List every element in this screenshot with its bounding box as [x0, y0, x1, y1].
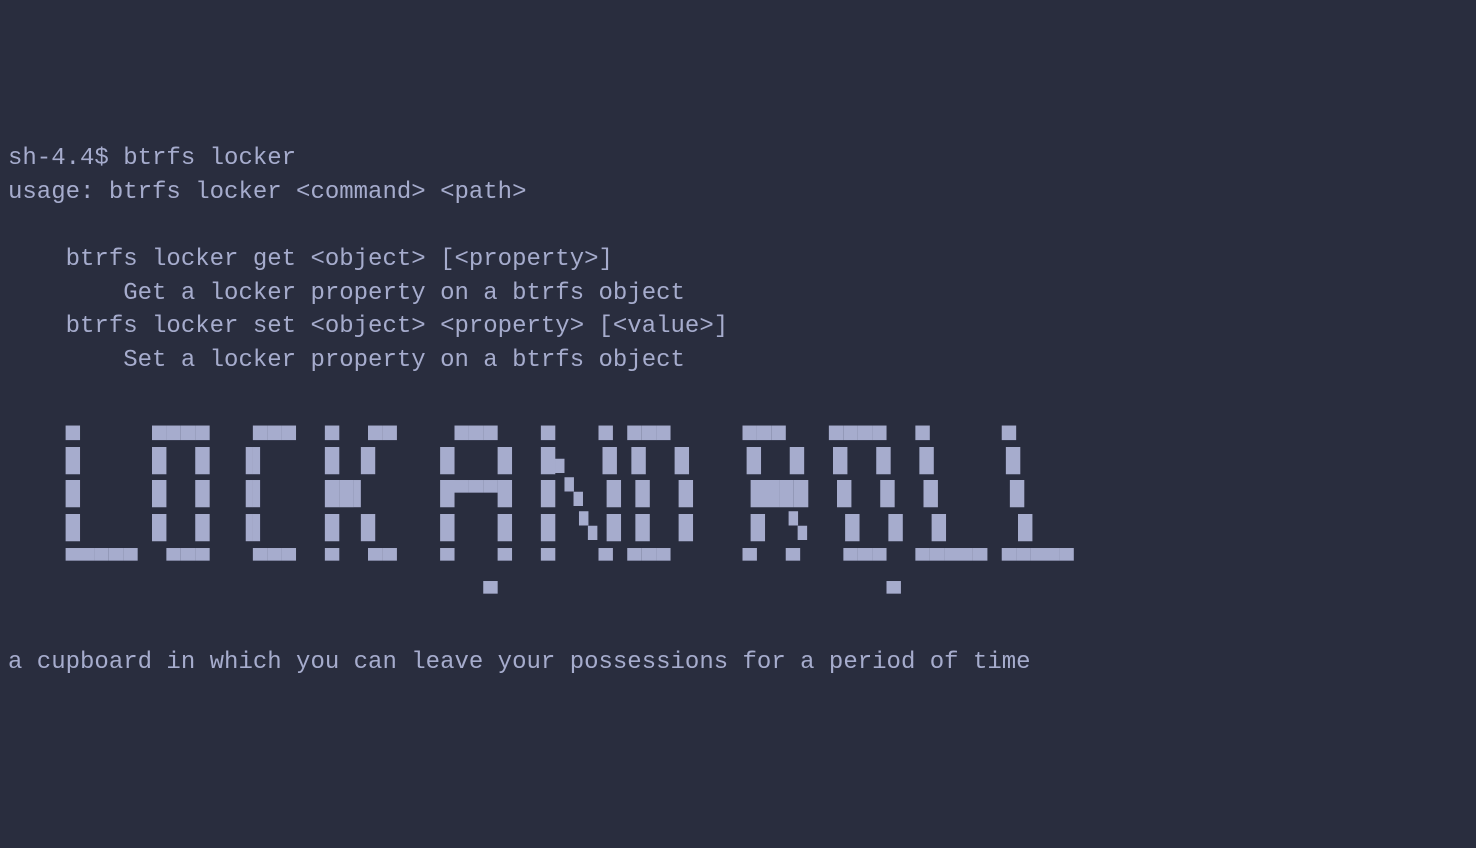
terminal-output: sh-4.4$ btrfs locker usage: btrfs locker…	[8, 142, 1468, 680]
help-set-command: btrfs locker set <object> <property> [<v…	[8, 313, 728, 340]
entered-command: btrfs locker	[123, 145, 296, 172]
help-get-description: Get a locker property on a btrfs object	[8, 280, 685, 307]
shell-prompt: sh-4.4$	[8, 145, 123, 172]
help-get-command: btrfs locker get <object> [<property>]	[8, 246, 613, 273]
ascii-art-banner: ▄ ▄▄▄▄ ▄▄▄ ▄ ▄▄ ▄▄▄ ▄ ▄ ▄▄▄ ▄▄▄ ▄▄▄▄ ▄ ▄…	[8, 414, 1090, 609]
help-set-description: Set a locker property on a btrfs object	[8, 347, 685, 374]
usage-line: usage: btrfs locker <command> <path>	[8, 179, 526, 206]
description-text: a cupboard in which you can leave your p…	[8, 649, 1031, 676]
